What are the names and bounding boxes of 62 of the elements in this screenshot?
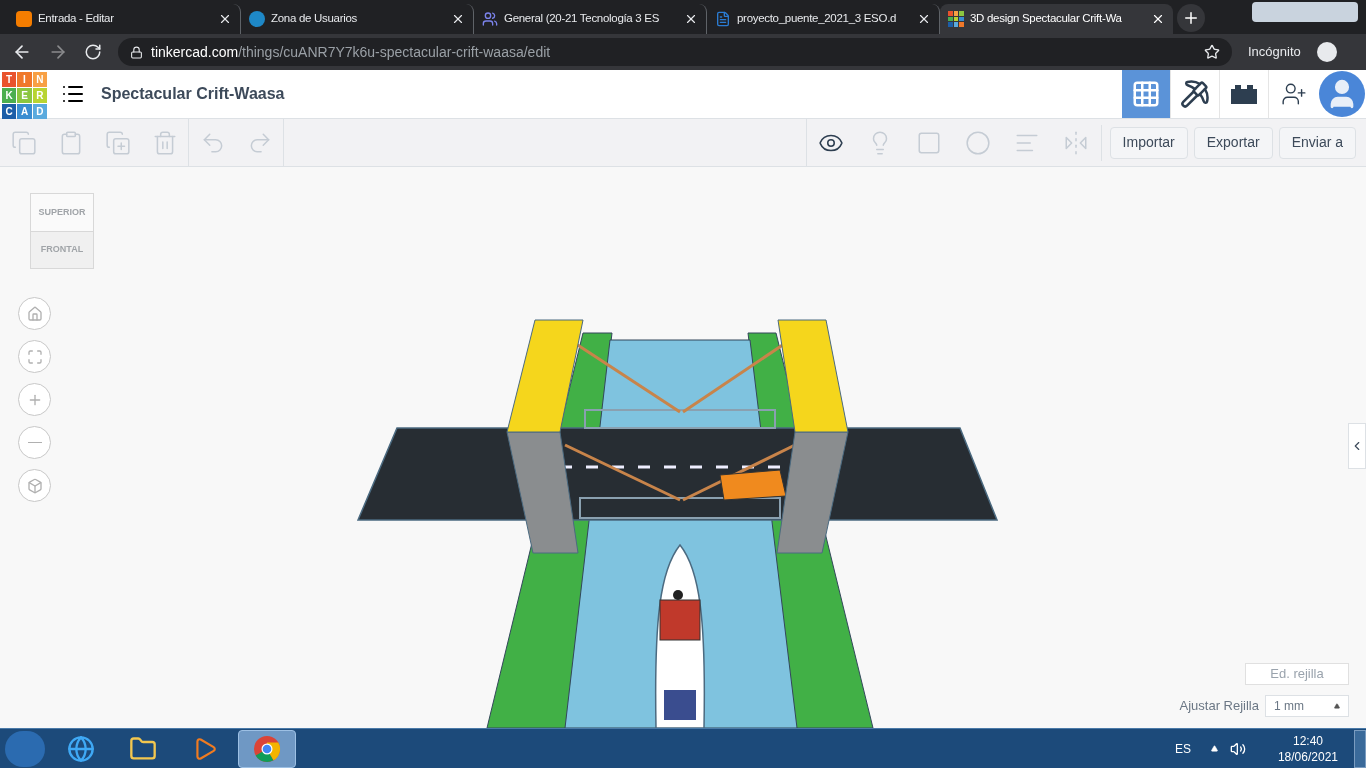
tab-title: proyecto_puente_2021_3 ESO.d	[737, 11, 898, 27]
taskbar-app[interactable]	[238, 729, 296, 768]
chrome-icon	[253, 734, 281, 763]
incognito-label: Incógnito	[1248, 43, 1301, 62]
grid-icon	[1131, 79, 1161, 109]
mirror-icon	[1063, 129, 1090, 156]
avatar[interactable]	[1319, 71, 1365, 117]
toolbar-button[interactable]: Enviar a	[1278, 126, 1356, 159]
people-icon	[482, 11, 498, 27]
brick-icon	[1229, 83, 1259, 105]
browser-icon	[67, 734, 95, 763]
plus-icon	[1182, 9, 1200, 27]
cube-top-label: SUPERIOR	[31, 194, 93, 232]
caret-icon	[1334, 703, 1340, 709]
tinkercad-logo[interactable]: T I N K E R C A D	[2, 72, 47, 117]
close-icon[interactable]	[684, 12, 698, 26]
bookmark-icon[interactable]	[1204, 44, 1220, 60]
add-user-icon	[1280, 81, 1307, 107]
perspective-button[interactable]	[18, 469, 51, 502]
tab-title: Entrada - Editar	[38, 11, 115, 27]
close-icon[interactable]	[1151, 12, 1165, 26]
snap-grid-label: Ajustar Rejilla	[1179, 697, 1259, 716]
minus-icon	[27, 441, 42, 444]
tab-title: General (20-21 Tecnología 3 ES	[504, 11, 661, 27]
lock-icon	[130, 45, 143, 59]
clock[interactable]: 12:40 18/06/2021	[1277, 732, 1338, 765]
toolbar-button[interactable]: Exportar	[1193, 126, 1273, 159]
show-hidden-icons-icon[interactable]	[1210, 745, 1218, 752]
design-title[interactable]: Spectacular Crift-Waasa	[101, 82, 285, 106]
clock-time: 12:40	[1292, 732, 1323, 749]
cube-front-label: FRONTAL	[31, 231, 93, 268]
fit-icon	[26, 348, 43, 365]
tab-title: 3D design Spectacular Crift-Wa	[970, 11, 1123, 27]
close-icon[interactable]	[218, 12, 232, 26]
copy-icon	[10, 129, 37, 156]
language-indicator[interactable]: ES	[1174, 739, 1191, 758]
panel-toggle[interactable]	[1348, 423, 1366, 469]
grid-logo-icon	[948, 11, 964, 27]
reload-icon[interactable]	[84, 43, 102, 61]
home-icon	[26, 305, 43, 322]
snap-grid-select[interactable]: 1 mm	[1265, 695, 1349, 717]
clock-date: 18/06/2021	[1277, 748, 1338, 765]
close-icon[interactable]	[917, 12, 931, 26]
cube-icon	[26, 477, 43, 494]
browser-tab[interactable]: 3D design Spectacular Crift-Wa	[940, 4, 1173, 34]
address-bar[interactable]: tinkercad.com/things/cuANR7Y7k6u-spectacular-crift-waasa/edit	[118, 38, 1232, 66]
url-text: tinkercad.com/things/cuANR7Y7k6u-spectacular-crift-waasa/edit	[151, 42, 551, 62]
tab-title: Zona de Usuarios	[271, 11, 358, 27]
close-icon[interactable]	[451, 12, 465, 26]
pickaxe-icon	[1180, 79, 1210, 109]
document-icon	[715, 11, 731, 27]
volume-icon[interactable]	[1229, 740, 1246, 757]
shape-outline-icon	[965, 129, 992, 156]
start-button[interactable]	[5, 730, 45, 767]
show-desktop-button[interactable]	[1354, 729, 1366, 768]
home-button[interactable]	[18, 297, 51, 330]
folder-icon	[129, 734, 157, 763]
toolbar-button[interactable]: Importar	[1109, 126, 1188, 159]
trash-icon	[151, 129, 178, 156]
new-tab-button[interactable]	[1177, 4, 1205, 32]
duplicate-icon	[104, 129, 131, 156]
shape-icon	[916, 129, 943, 156]
